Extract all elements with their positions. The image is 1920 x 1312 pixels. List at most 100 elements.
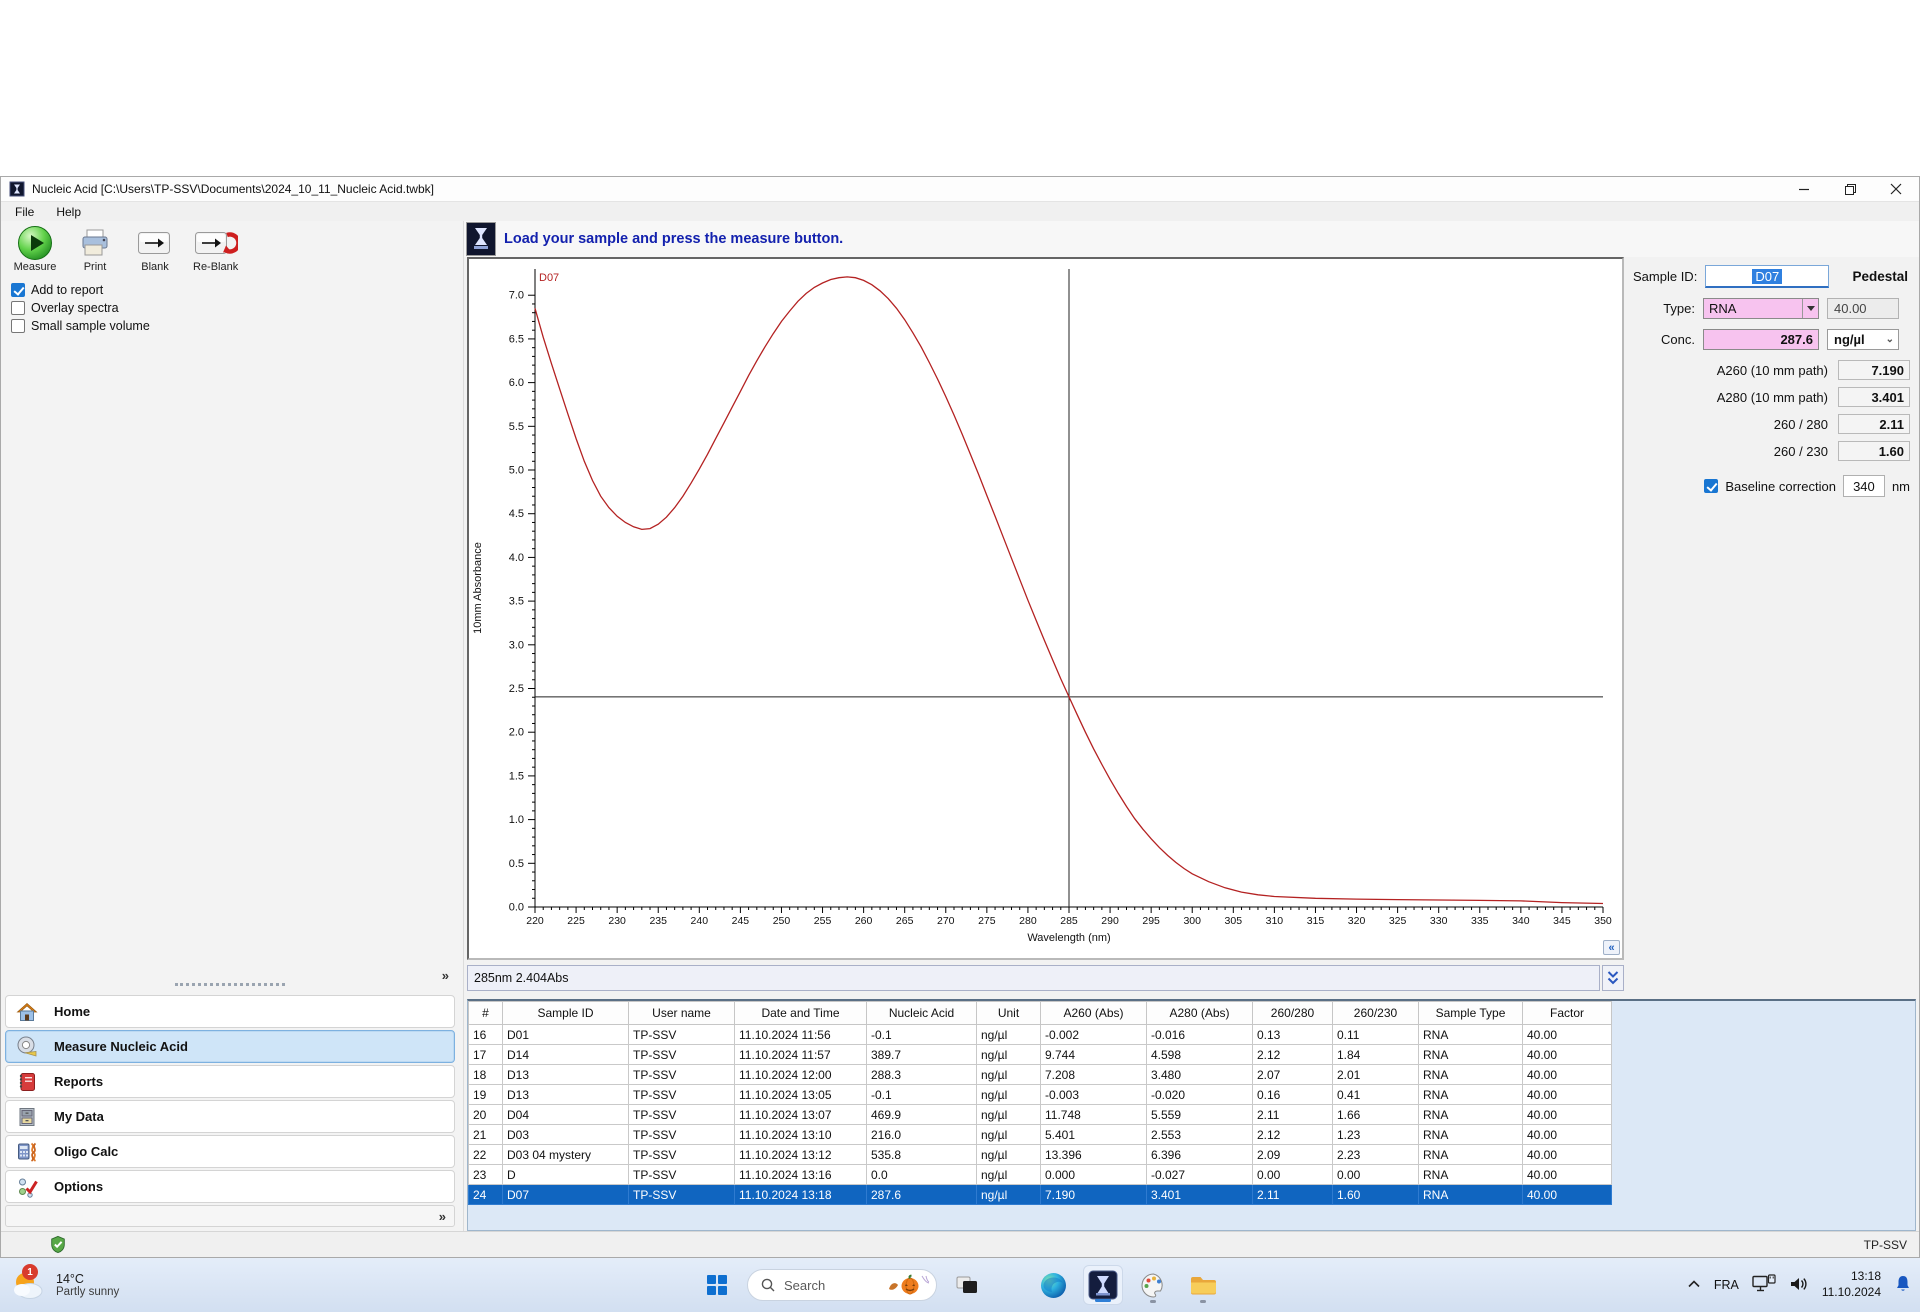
table-row[interactable]: 20 D04 TP-SSV 11.10.2024 13:07 469.9 ng/µl 11.… — [468, 1104, 1612, 1125]
taskbar-app-file-explorer[interactable] — [1183, 1265, 1223, 1305]
print-button[interactable]: Print — [73, 225, 117, 273]
sample-id-input[interactable]: D07 — [1705, 265, 1830, 288]
unit-select[interactable]: ng/µl ⌄ — [1827, 329, 1899, 350]
sidebar-item-oligo-calc[interactable]: Oligo Calc — [5, 1135, 455, 1168]
network-icon[interactable] — [1752, 1274, 1776, 1296]
app-window: Nucleic Acid [C:\Users\TP-SSV\Documents\… — [0, 176, 1920, 1258]
search-icon — [761, 1278, 775, 1292]
column-header[interactable]: Factor — [1522, 1001, 1612, 1025]
nav-expand-button[interactable]: » — [5, 1205, 455, 1227]
table-cell: 2.11 — [1252, 1104, 1333, 1125]
task-view-button[interactable] — [947, 1265, 987, 1305]
blank-button[interactable]: Blank — [133, 225, 177, 273]
reblank-arrow-icon — [194, 225, 238, 261]
column-header[interactable]: User name — [628, 1001, 735, 1025]
column-header[interactable]: A260 (Abs) — [1040, 1001, 1147, 1025]
table-cell: 11.748 — [1040, 1104, 1147, 1125]
table-cell: 11.10.2024 13:16 — [734, 1164, 867, 1185]
table-cell: 0.000 — [1040, 1164, 1147, 1185]
table-cell: 7.208 — [1040, 1064, 1147, 1085]
start-button[interactable] — [697, 1265, 737, 1305]
table-cell: 11.10.2024 11:56 — [734, 1024, 867, 1045]
tray-chevron-up-icon[interactable] — [1687, 1278, 1701, 1292]
language-indicator[interactable]: FRA — [1714, 1278, 1739, 1292]
add-to-report-checkbox[interactable]: Add to report — [11, 283, 463, 297]
expand-readout-button[interactable] — [1602, 965, 1624, 991]
sidebar-item-measure-nucleic-acid[interactable]: Measure Nucleic Acid — [5, 1030, 455, 1063]
table-cell: 40.00 — [1522, 1104, 1612, 1125]
volume-icon[interactable] — [1789, 1276, 1809, 1295]
baseline-wavelength-input[interactable]: 340 — [1842, 475, 1885, 497]
factor-field[interactable]: 40.00 — [1827, 298, 1899, 319]
table-row[interactable]: 17 D14 TP-SSV 11.10.2024 11:57 389.7 ng/µl 9.7… — [468, 1044, 1612, 1065]
table-cell: D03 — [502, 1124, 629, 1145]
sidebar-item-options[interactable]: Options — [5, 1170, 455, 1203]
sidebar-item-reports[interactable]: Reports — [5, 1065, 455, 1098]
search-box[interactable]: Search — [747, 1269, 937, 1301]
table-cell: D13 — [502, 1084, 629, 1105]
taskbar-app-paint[interactable] — [1133, 1265, 1173, 1305]
baseline-correction-checkbox[interactable] — [1704, 479, 1719, 493]
taskbar-app-nucleic-acid[interactable] — [1083, 1265, 1123, 1305]
table-row[interactable]: 24 D07 TP-SSV 11.10.2024 13:18 287.6 ng/µl 7.1… — [468, 1184, 1612, 1205]
reblank-button[interactable]: Re-Blank — [193, 225, 238, 273]
table-row[interactable]: 19 D13 TP-SSV 11.10.2024 13:05 -0.1 ng/µl -0.0… — [468, 1084, 1612, 1105]
small-sample-volume-checkbox[interactable]: Small sample volume — [11, 319, 463, 333]
table-row[interactable]: 16 D01 TP-SSV 11.10.2024 11:56 -0.1 ng/µl -0.0… — [468, 1024, 1612, 1045]
ratio-260-230-label: 260 / 230 — [1773, 443, 1828, 459]
table-cell: 40.00 — [1522, 1084, 1612, 1105]
table-cell: -0.1 — [866, 1084, 977, 1105]
column-header[interactable]: # — [468, 1001, 503, 1025]
app-icon — [9, 181, 25, 197]
table-cell: ng/µl — [976, 1044, 1041, 1065]
table-row[interactable]: 22 D03 04 mystery TP-SSV 11.10.2024 13:12 53… — [468, 1144, 1612, 1165]
sidebar-item-my-data[interactable]: My Data — [5, 1100, 455, 1133]
x-tick-label: 245 — [732, 915, 750, 927]
column-header[interactable]: Sample ID — [502, 1001, 629, 1025]
clock[interactable]: 13:18 11.10.2024 — [1822, 1269, 1881, 1300]
column-header[interactable]: 260/230 — [1332, 1001, 1419, 1025]
x-tick-label: 320 — [1348, 915, 1366, 927]
column-header[interactable]: Unit — [976, 1001, 1041, 1025]
table-cell: TP-SSV — [628, 1144, 735, 1165]
table-cell: TP-SSV — [628, 1184, 735, 1205]
x-tick-label: 250 — [773, 915, 791, 927]
y-tick-label: 5.0 — [509, 465, 524, 477]
close-button[interactable] — [1873, 177, 1919, 201]
column-header[interactable]: Sample Type — [1418, 1001, 1523, 1025]
a280-label: A280 (10 mm path) — [1716, 389, 1828, 405]
collapse-pane-button[interactable]: » — [5, 968, 455, 983]
column-header[interactable]: A280 (Abs) — [1146, 1001, 1253, 1025]
print-label: Print — [83, 261, 107, 273]
restore-button[interactable] — [1827, 177, 1873, 201]
nav-label: Measure Nucleic Acid — [54, 1039, 188, 1054]
nav-label: My Data — [54, 1109, 104, 1124]
measure-button[interactable]: Measure — [13, 225, 57, 273]
table-row[interactable]: 21 D03 TP-SSV 11.10.2024 13:10 216.0 ng/µl 5.4… — [468, 1124, 1612, 1145]
overlay-spectra-checkbox[interactable]: Overlay spectra — [11, 301, 463, 315]
sidebar-item-home[interactable]: Home — [5, 995, 455, 1028]
table-row[interactable]: 18 D13 TP-SSV 11.10.2024 12:00 288.3 ng/µl 7.2… — [468, 1064, 1612, 1085]
table-cell: 0.11 — [1332, 1024, 1419, 1045]
type-select[interactable]: RNA — [1703, 298, 1819, 319]
menu-file[interactable]: File — [15, 205, 34, 219]
left-pane: Measure Print Blank Re-Blank Add to repo… — [1, 221, 464, 1231]
taskbar-center: Search — [697, 1258, 1223, 1312]
y-tick-label: 0.5 — [509, 858, 524, 870]
table-row[interactable]: 23 D TP-SSV 11.10.2024 13:16 0.0 ng/µl 0.000 -0… — [468, 1164, 1612, 1185]
menu-help[interactable]: Help — [56, 205, 81, 219]
table-cell: 20 — [468, 1104, 503, 1125]
weather-widget[interactable]: 1 14°C Partly sunny — [10, 1258, 119, 1312]
y-tick-label: 7.0 — [509, 290, 524, 302]
nav-splitter-handle[interactable] — [175, 983, 285, 992]
column-header[interactable]: Date and Time — [734, 1001, 867, 1025]
taskbar-app-edge[interactable] — [1033, 1265, 1073, 1305]
minimize-button[interactable] — [1781, 177, 1827, 201]
column-header[interactable]: Nucleic Acid — [866, 1001, 977, 1025]
table-cell: 6.396 — [1146, 1144, 1253, 1165]
collapse-chart-button[interactable]: « — [1603, 940, 1620, 955]
notification-bell-icon[interactable] — [1894, 1274, 1912, 1297]
spectrum-chart[interactable]: 220 225 230 235 240 245 250 255 260 265 270 275 280 2… — [467, 257, 1624, 960]
column-header[interactable]: 260/280 — [1252, 1001, 1333, 1025]
table-cell: 0.16 — [1252, 1084, 1333, 1105]
